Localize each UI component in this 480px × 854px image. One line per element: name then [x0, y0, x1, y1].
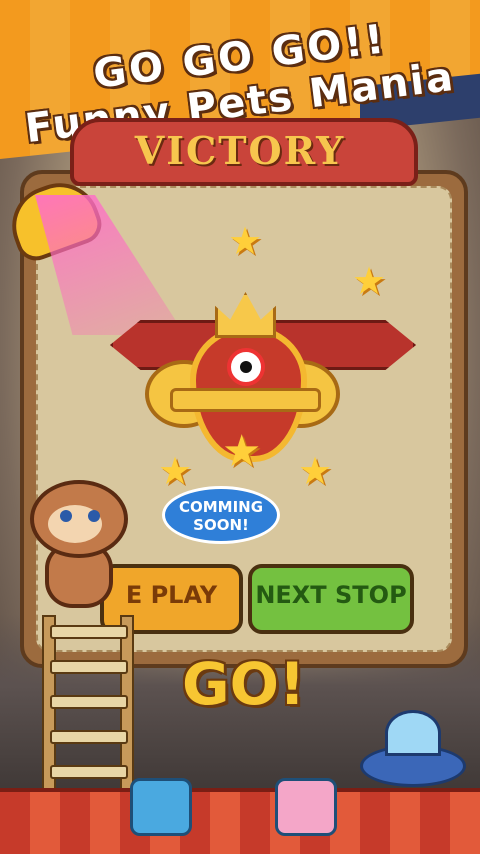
coming-soon-line1: COMMING — [178, 498, 264, 516]
squirrel-icon — [20, 480, 130, 610]
star-icon: ★ — [228, 219, 263, 263]
squirrel-eye — [88, 510, 100, 522]
ladder-rung — [50, 695, 128, 709]
star-icon: ★ — [298, 449, 333, 493]
coming-soon-line2: SOON! — [193, 516, 249, 534]
ladder-rung — [50, 765, 128, 779]
ufo-dome — [385, 710, 441, 756]
star-icon: ★ — [158, 449, 193, 493]
medal-bar — [170, 388, 321, 412]
next-stop-button[interactable]: NEXT STOP — [248, 564, 414, 634]
star-icon: ★ — [352, 259, 387, 303]
medal-eye-icon — [227, 348, 265, 386]
bottom-bar — [0, 788, 480, 854]
ladder-rung — [50, 625, 128, 639]
coming-soon-badge: COMMING SOON! — [162, 486, 280, 544]
squirrel-eye — [60, 510, 72, 522]
bottom-item-icon[interactable] — [130, 778, 192, 836]
ladder-rung — [50, 660, 128, 674]
medal-center-star-icon: ★ — [222, 426, 262, 477]
bottom-item-icon[interactable] — [275, 778, 337, 836]
ladder-rung — [50, 730, 128, 744]
ufo-icon — [360, 710, 466, 790]
victory-title: VICTORY — [134, 128, 346, 173]
go-button[interactable]: GO! — [182, 650, 305, 718]
